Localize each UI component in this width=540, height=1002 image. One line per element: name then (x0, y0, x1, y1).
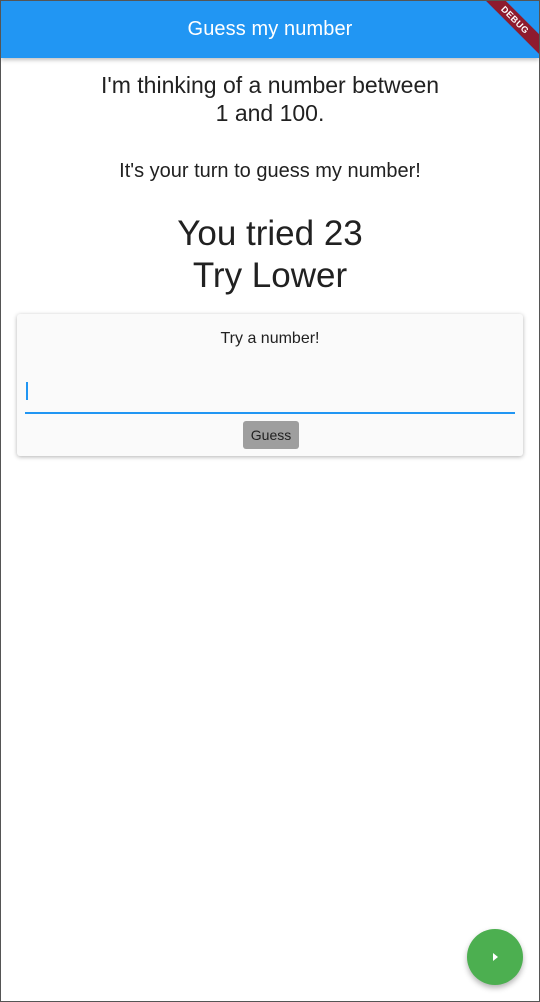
guess-result: You tried 23 Try Lower (1, 213, 539, 297)
last-guess-text: You tried 23 (177, 214, 363, 253)
intro-line-2: 1 and 100. (215, 100, 325, 126)
guess-card: Try a number! Guess (17, 314, 523, 456)
play-fab-button[interactable] (467, 929, 523, 985)
card-title: Try a number! (220, 330, 320, 347)
intro-heading: I'm thinking of a number between 1 and 1… (1, 71, 539, 127)
intro-line-1: I'm thinking of a number between (100, 72, 440, 98)
guess-button[interactable]: Guess (243, 421, 299, 449)
play-arrow-icon (488, 950, 502, 964)
app-bar-title: Guess my number (187, 18, 353, 40)
number-input[interactable] (25, 378, 513, 404)
hint-text: Try Lower (192, 256, 348, 295)
app-bar: Guess my number DEBUG (1, 1, 539, 58)
app-frame: Guess my number DEBUG I'm thinking of a … (0, 0, 540, 1002)
number-input-container (25, 370, 515, 414)
turn-prompt: It's your turn to guess my number! (119, 160, 421, 182)
debug-banner: DEBUG (476, 1, 539, 58)
